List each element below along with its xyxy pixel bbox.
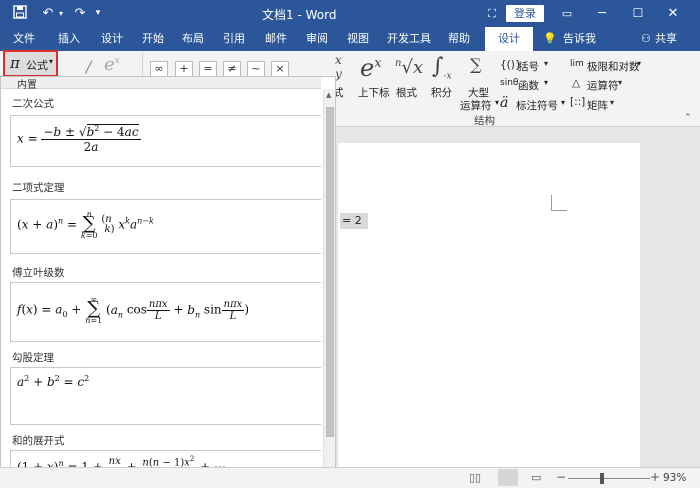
tab-design-doc[interactable]: 设计 [101, 27, 123, 51]
zoom-slider-thumb[interactable] [600, 473, 604, 484]
function-icon: sinθ [500, 78, 519, 88]
tab-mailings[interactable]: 邮件 [265, 27, 287, 51]
operator-icon: △ [572, 77, 581, 89]
tab-home[interactable]: 开始 [142, 27, 164, 51]
undo-dropdown-icon[interactable]: ▾ [57, 5, 65, 22]
function-button[interactable]: 函数 [518, 78, 539, 93]
document-page[interactable] [338, 143, 640, 467]
tab-review[interactable]: 审阅 [306, 27, 328, 51]
equation-quadratic[interactable]: x = −b ± √b2 − 4ac 2a [10, 115, 321, 167]
radical-button[interactable]: 根式 [396, 85, 417, 100]
ribbon-tabs: 文件 插入 设计 开始 布局 引用 邮件 审阅 视图 开发工具 帮助 💡 告诉我… [0, 27, 700, 51]
tab-file[interactable]: 文件 [13, 27, 35, 51]
accent-button[interactable]: 标注符号 [516, 98, 558, 113]
scrollbar-thumb[interactable] [326, 107, 334, 437]
linear-format-icon[interactable]: ex [104, 54, 120, 75]
tab-layout[interactable]: 布局 [182, 27, 204, 51]
symbol-tilde[interactable]: ~ [247, 61, 265, 77]
zoom-level[interactable]: 93% [663, 472, 686, 484]
ink-equation-icon[interactable]: / [86, 57, 91, 76]
script-icon[interactable]: ex [360, 54, 382, 82]
integral-icon[interactable]: ∫-x [432, 54, 452, 81]
category-label: 勾股定理 [12, 352, 54, 364]
customize-quick-access-icon[interactable]: ▾ [93, 5, 103, 22]
symbol-times[interactable]: × [271, 61, 289, 77]
gallery-scrollbar[interactable]: ▲ [323, 89, 335, 467]
tab-equation-design[interactable]: 设计 [485, 27, 533, 51]
fraction-icon[interactable]: xy [335, 53, 342, 81]
category-label: 二次公式 [12, 98, 54, 110]
limit-icon: lim [570, 59, 584, 69]
symbol-not-equal[interactable]: ≠ [223, 61, 241, 77]
tab-insert[interactable]: 插入 [58, 27, 80, 51]
redo-icon[interactable]: ↷ [72, 5, 88, 22]
large-operator-icon[interactable]: ∑ [470, 55, 481, 74]
gallery-header: 内置 [1, 77, 321, 91]
symbol-infinity[interactable]: ∞ [150, 61, 168, 77]
gallery-header-label: 内置 [17, 80, 37, 91]
equation-button[interactable]: π 公式 ▾ [3, 50, 58, 77]
equation-button-label: 公式 [26, 59, 48, 72]
symbol-equals[interactable]: = [199, 61, 217, 77]
close-icon[interactable]: ✕ [665, 5, 681, 22]
function-dropdown-icon[interactable]: ▾ [544, 78, 548, 87]
radical-icon[interactable]: n√x [395, 57, 423, 78]
scroll-up-icon[interactable]: ▲ [326, 91, 331, 99]
zoom-in-icon[interactable]: + [650, 470, 660, 484]
matrix-dropdown-icon[interactable]: ▾ [610, 98, 614, 107]
tell-me-input[interactable]: 告诉我 [563, 27, 596, 51]
pi-icon: π [10, 54, 20, 72]
document-title: 文档1 - Word [262, 8, 337, 22]
script-button[interactable]: 上下标 [358, 85, 390, 100]
share-button[interactable]: 共享 [655, 27, 677, 51]
lightbulb-icon[interactable]: 💡 [543, 27, 557, 51]
ribbon-display-icon[interactable]: ▭ [559, 5, 575, 22]
limit-log-dropdown-icon[interactable]: ▾ [637, 59, 641, 68]
minimize-icon[interactable]: ─ [594, 5, 610, 22]
save-icon[interactable] [12, 5, 28, 22]
category-label: 傅立叶级数 [12, 267, 65, 279]
equation-sum-expansion[interactable]: (1 + x)n = 1 + nx1! + n(n − 1)x22! + ⋯ [10, 450, 321, 467]
print-layout-icon[interactable] [498, 469, 518, 486]
title-bar: ↶ ▾ ↷ ▾ 文档1 - Word ⛶ 登录 ▭ ─ ☐ ✕ [0, 0, 700, 27]
inline-equation[interactable]: = 2 [340, 213, 368, 229]
equation-dropdown-icon: ▾ [49, 57, 54, 66]
equation-fourier[interactable]: f(x) = a0 + ∞ ∑ n=1 (an cos nπx L + bn sin nπ… [10, 282, 321, 342]
tab-references[interactable]: 引用 [223, 27, 245, 51]
accent-dropdown-icon[interactable]: ▾ [561, 98, 565, 107]
ribbon-display-options-icon[interactable]: ⛶ [484, 5, 500, 22]
collapse-ribbon-icon[interactable]: ⌃ [684, 113, 692, 123]
status-bar: ▯▯ ▭ − + 93% [0, 467, 700, 488]
tab-developer[interactable]: 开发工具 [387, 27, 431, 51]
login-button[interactable]: 登录 [506, 5, 544, 22]
limit-log-button[interactable]: 极限和对数 [587, 59, 640, 74]
integral-button[interactable]: 积分 [431, 85, 452, 100]
tab-help[interactable]: 帮助 [448, 27, 470, 51]
structures-group-label: 结构 [474, 115, 495, 127]
zoom-out-icon[interactable]: − [556, 470, 566, 484]
maximize-icon[interactable]: ☐ [630, 5, 646, 22]
category-label: 二项式定理 [12, 182, 65, 194]
accent-icon: ä [500, 95, 509, 111]
zoom-slider[interactable] [568, 478, 650, 479]
share-icon[interactable]: ⚇ [641, 27, 651, 51]
large-operator-label-2[interactable]: 运算符 [460, 98, 492, 113]
operator-button[interactable]: 运算符 [587, 78, 619, 93]
symbol-plus[interactable]: + [175, 61, 193, 77]
matrix-icon: [::] [570, 96, 586, 108]
web-layout-icon[interactable]: ▭ [531, 471, 541, 484]
operator-dropdown-icon[interactable]: ▾ [618, 78, 622, 87]
tab-view[interactable]: 视图 [347, 27, 369, 51]
read-mode-icon[interactable]: ▯▯ [469, 471, 481, 484]
undo-icon[interactable]: ↶ [39, 5, 57, 22]
equation-gallery: 内置 二次公式 x = −b ± √b2 − 4ac 2a 二项式定理 (x + … [0, 76, 336, 468]
matrix-button[interactable]: 矩阵 [587, 98, 608, 113]
equation-pythagorean[interactable]: a2 + b2 = c2 [10, 367, 321, 425]
large-operator-dropdown-icon[interactable]: ▾ [495, 98, 499, 107]
bracket-dropdown-icon[interactable]: ▾ [544, 59, 548, 68]
bracket-button[interactable]: 括号 [518, 59, 539, 74]
equation-binomial[interactable]: (x + a)n = n ∑ k=0 (n k) xkan−k [10, 199, 321, 254]
category-label: 和的展开式 [12, 435, 65, 447]
